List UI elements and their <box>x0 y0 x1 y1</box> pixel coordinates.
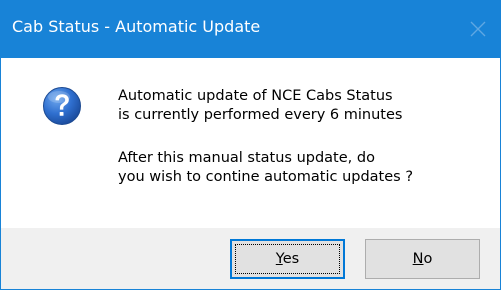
title-bar[interactable]: Cab Status - Automatic Update <box>1 1 500 58</box>
message-line-2: is currently performed every 6 minutes <box>118 107 403 123</box>
close-icon <box>470 21 486 37</box>
message-line-4: you wish to contine automatic updates ? <box>118 169 414 185</box>
no-label-rest: o <box>423 251 433 267</box>
no-button[interactable]: No <box>365 239 480 279</box>
window-title: Cab Status - Automatic Update <box>12 17 261 36</box>
button-bar: Yes No <box>1 228 500 289</box>
message-line-1: Automatic update of NCE Cabs Status <box>118 88 393 104</box>
message-line-3: After this manual status update, do <box>118 150 375 166</box>
focus-indicator <box>235 244 340 274</box>
yes-button[interactable]: Yes <box>230 239 345 279</box>
message-dialog: Cab Status - Automatic Update Automatic … <box>0 0 501 290</box>
dialog-content: Automatic update of NCE Cabs Status is c… <box>1 58 500 228</box>
close-button[interactable] <box>454 1 500 58</box>
no-button-label: No <box>413 251 433 267</box>
no-mnemonic: N <box>412 251 424 267</box>
question-icon <box>43 87 81 125</box>
